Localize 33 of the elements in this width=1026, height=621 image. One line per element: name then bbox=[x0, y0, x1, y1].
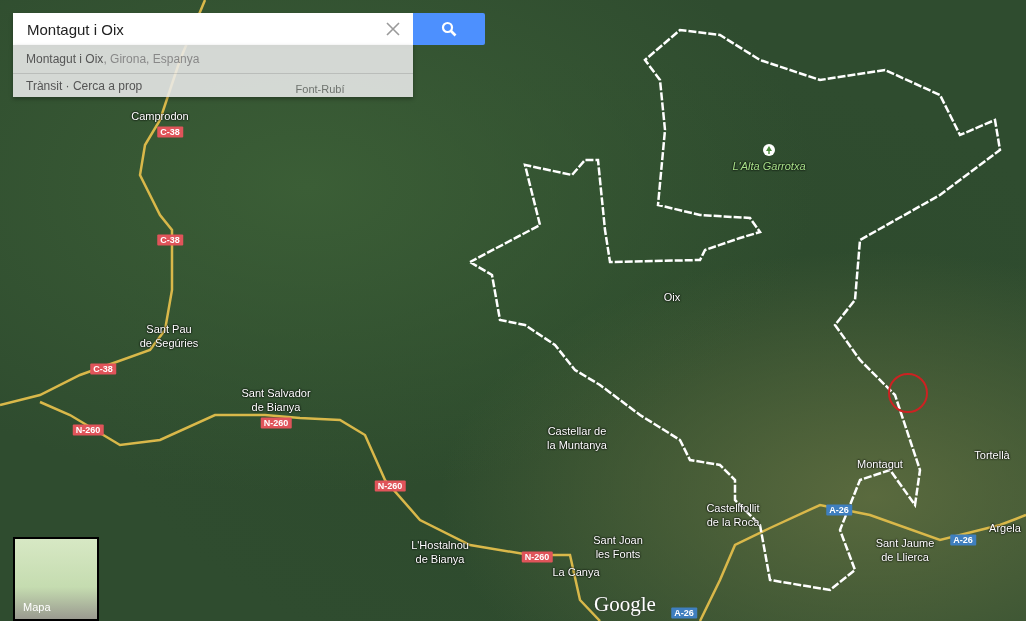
road-shield: C-38 bbox=[157, 126, 183, 138]
search-icon bbox=[441, 21, 457, 37]
highlight-circle bbox=[888, 373, 928, 413]
logo: Google bbox=[594, 592, 656, 617]
road-shield: N-260 bbox=[521, 551, 553, 563]
place-label: Montagut bbox=[857, 457, 903, 471]
road-shield: C-38 bbox=[90, 363, 116, 375]
place-label: Castellar de la Muntanya bbox=[547, 424, 607, 452]
place-label: L'Alta Garrotxa bbox=[732, 159, 806, 173]
place-label: Font-Rubí bbox=[295, 82, 345, 96]
satellite-map[interactable] bbox=[0, 0, 1026, 621]
place-label: Tortellà bbox=[974, 448, 1010, 462]
road-shield: N-260 bbox=[72, 424, 104, 436]
tree-icon bbox=[763, 144, 775, 156]
place-label: Sant Joan les Fonts bbox=[593, 533, 643, 561]
road-shield: A-26 bbox=[671, 607, 697, 619]
place-label: Sant Jaume de Llierca bbox=[875, 536, 935, 564]
suggestion-links[interactable]: Trànsit · Cerca a prop bbox=[26, 74, 143, 97]
place-label: Sant Salvador de Bianya bbox=[241, 386, 311, 414]
place-label: Argela bbox=[989, 521, 1021, 535]
search-field[interactable]: Montagut i Oix bbox=[13, 13, 373, 45]
place-label: L'Hostalnou de Bianya bbox=[411, 538, 469, 566]
road-shield: A-26 bbox=[826, 504, 852, 516]
road-shield: N-260 bbox=[374, 480, 406, 492]
close-icon bbox=[386, 22, 400, 36]
suggestion-item[interactable]: Montagut i Oix, Girona, Espanya bbox=[13, 45, 413, 74]
road-shield: N-260 bbox=[260, 417, 292, 429]
search-button[interactable] bbox=[413, 13, 485, 45]
minimap-label: Mapa bbox=[23, 601, 51, 613]
place-label: Oix bbox=[663, 290, 681, 304]
road-shield: C-38 bbox=[157, 234, 183, 246]
road-shield: A-26 bbox=[950, 534, 976, 546]
clear-button[interactable] bbox=[373, 13, 413, 45]
